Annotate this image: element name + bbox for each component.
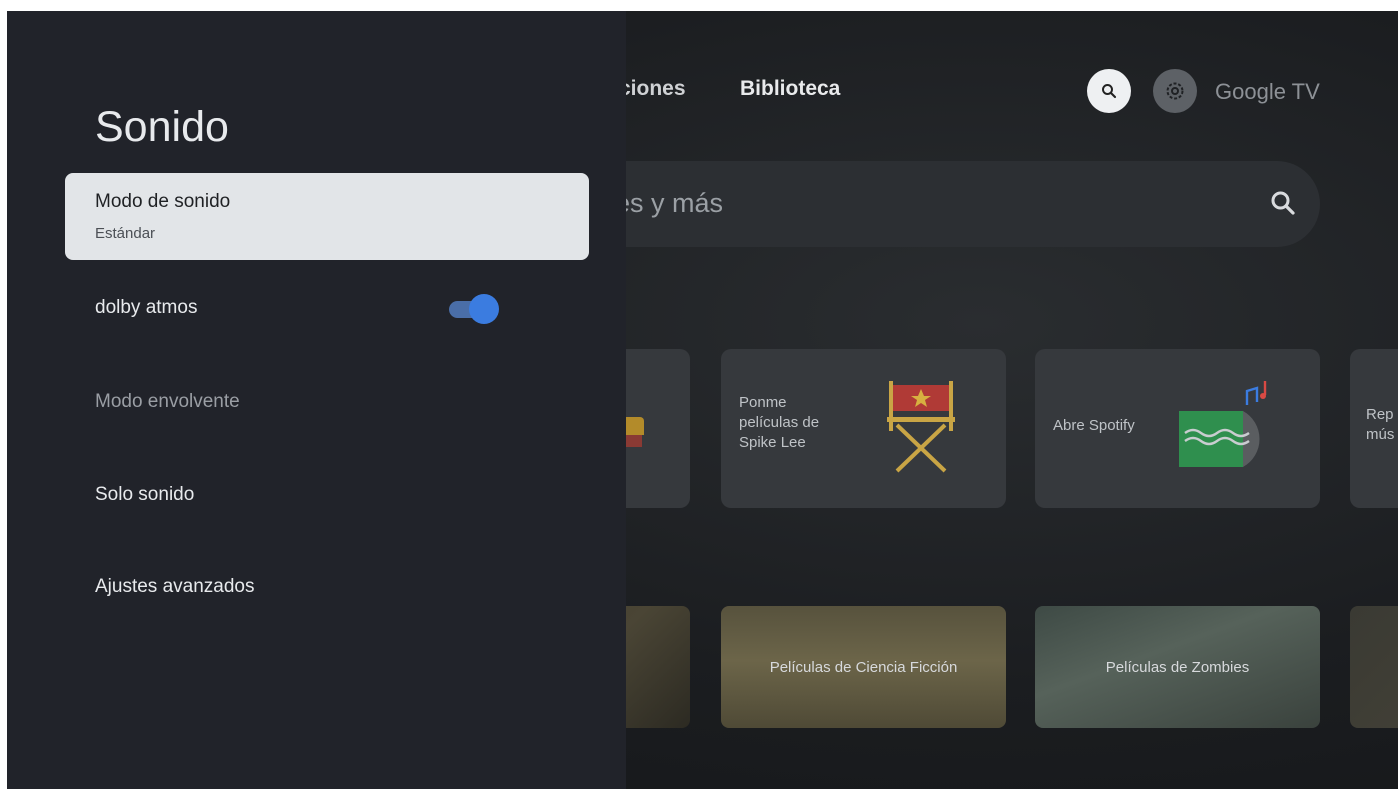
search-placeholder: es y más	[615, 188, 724, 218]
card-text: Ponme películas de Spike Lee	[739, 394, 820, 451]
brand-logo: Google TV	[1215, 79, 1320, 104]
menu-item-dolby-atmos[interactable]: dolby atmos	[65, 283, 589, 335]
suggestion-card-spike-lee[interactable]: Ponme películas de Spike Lee	[721, 349, 1006, 508]
tv-screen: ciones Biblioteca Google TV es y más Pon…	[7, 11, 1398, 789]
search-button[interactable]	[1087, 69, 1131, 113]
menu-item-value: Estándar	[95, 225, 156, 242]
genre-card-partial-right[interactable]	[1350, 606, 1398, 728]
card-illustration-base	[624, 435, 642, 447]
genre-card-scifi[interactable]: Películas de Ciencia Ficción	[721, 606, 1006, 728]
menu-item-label: Solo sonido	[95, 484, 195, 505]
tab-library[interactable]: Biblioteca	[740, 77, 840, 101]
settings-button[interactable]	[1153, 69, 1197, 113]
music-note-icon	[1179, 381, 1267, 467]
menu-item-label: dolby atmos	[95, 297, 198, 318]
search-icon	[1102, 84, 1117, 99]
menu-item-label: Modo envolvente	[95, 391, 240, 412]
gear-icon	[1166, 82, 1184, 100]
genre-card-label: Películas de Zombies	[1105, 659, 1250, 676]
toggle-knob	[469, 294, 499, 324]
suggestion-card-spotify[interactable]: Abre Spotify	[1035, 349, 1320, 508]
menu-item-label: Modo de sonido	[95, 191, 231, 212]
card-text: Abre Spotify	[1053, 417, 1135, 434]
suggestion-card-partial-right[interactable]: Rep mús	[1350, 349, 1398, 508]
menu-item-advanced-settings[interactable]: Ajustes avanzados	[65, 562, 589, 614]
genre-card-label: Películas de Ciencia Ficción	[769, 659, 958, 676]
sound-settings-panel: Sonido Modo de sonido Estándar dolby atm…	[7, 11, 626, 789]
menu-item-label: Ajustes avanzados	[95, 576, 255, 597]
menu-item-sound-only[interactable]: Solo sonido	[65, 470, 589, 522]
card-text: Rep mús	[1366, 406, 1395, 443]
panel-title: Sonido	[95, 103, 229, 151]
menu-item-surround-mode[interactable]: Modo envolvente	[65, 377, 589, 429]
search-bar[interactable]: es y más	[547, 161, 1320, 247]
director-chair-icon	[887, 381, 955, 473]
search-icon	[1271, 191, 1295, 215]
genre-card-zombies[interactable]: Películas de Zombies	[1035, 606, 1320, 728]
menu-item-sound-mode[interactable]: Modo de sonido Estándar	[65, 173, 589, 260]
tab-apps-partial[interactable]: ciones	[619, 77, 686, 101]
